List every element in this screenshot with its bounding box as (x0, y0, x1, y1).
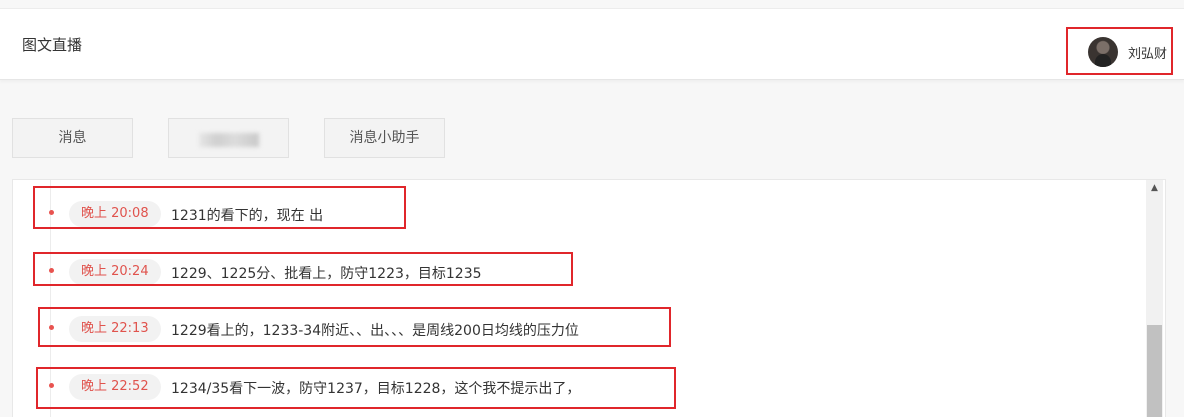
time-badge: 晚上 22:52 (69, 374, 161, 400)
message-timeline-panel: 晚上 20:08 1231的看下的，现在 出 晚上 20:24 1229、122… (12, 179, 1166, 417)
scroll-up-arrow-icon[interactable]: ▲ (1146, 180, 1163, 197)
top-header: 图文直播 刘弘财 (0, 8, 1184, 80)
message-text: 1229看上的，1233-34附近、、出、、、是周线200日均线的压力位 (171, 323, 579, 339)
timeline-line (50, 180, 51, 417)
vertical-scrollbar[interactable]: ▲ (1146, 180, 1163, 417)
time-badge: 晚上 22:13 (69, 316, 161, 342)
blurred-label (198, 133, 259, 147)
tab-messages[interactable]: 消息 (12, 118, 133, 158)
message-text: 1231的看下的，现在 出 (171, 208, 324, 224)
tab-message-assistant-label: 消息小助手 (349, 130, 420, 146)
message-text: 1229、1225分、批看上，防守1223，目标1235 (171, 266, 482, 282)
timeline-dot-icon (49, 383, 54, 388)
timeline-dot-icon (49, 268, 54, 273)
avatar[interactable] (1088, 37, 1118, 67)
tab-message-assistant[interactable]: 消息小助手 (324, 118, 445, 158)
page-title: 图文直播 (22, 36, 83, 54)
time-badge: 晚上 20:08 (69, 201, 161, 227)
time-badge: 晚上 20:24 (69, 259, 161, 285)
scroll-thumb[interactable] (1147, 325, 1162, 417)
user-profile[interactable]: 刘弘财 (1066, 27, 1173, 75)
timeline-dot-icon (49, 325, 54, 330)
user-name[interactable]: 刘弘财 (1128, 43, 1167, 62)
message-text: 1234/35看下一波，防守1237，目标1228，这个我不提示出了， (171, 381, 581, 397)
tab-messages-label: 消息 (58, 130, 87, 146)
tab-blurred[interactable] (168, 118, 289, 158)
timeline-dot-icon (49, 210, 54, 215)
